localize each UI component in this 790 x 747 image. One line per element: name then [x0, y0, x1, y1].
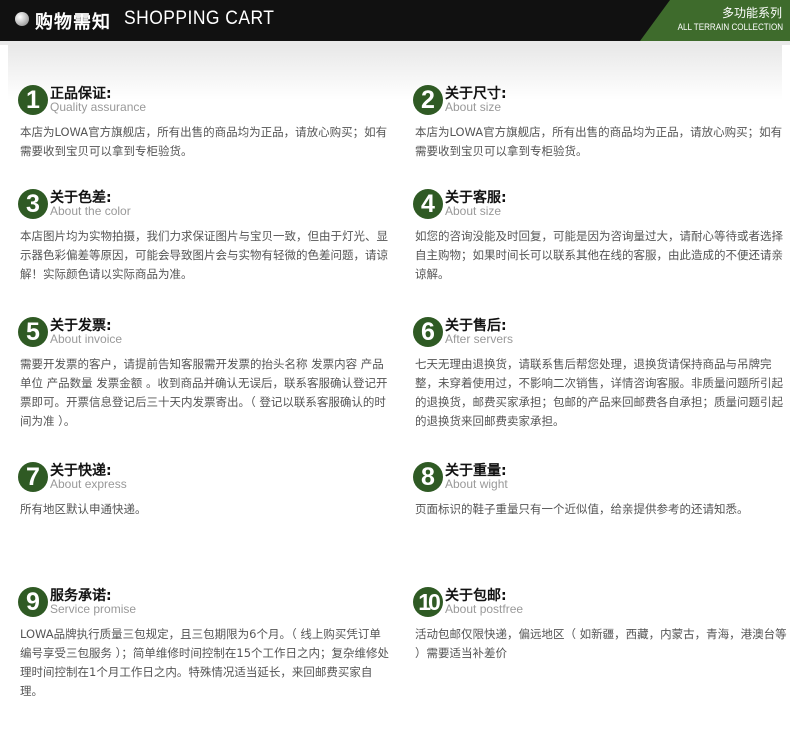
number-9-icon: 9 [18, 587, 48, 617]
collection-tag-cn: 多功能系列 [721, 6, 782, 20]
notice-body: 页面标识的鞋子重量只有一个近似值，给亲提供参考的还请知悉。 [415, 502, 749, 516]
collection-tag-en: ALL TERRAIN COLLECTION [677, 22, 783, 33]
notice-subtitle: About size [445, 100, 502, 114]
notice-body: 活动包邮仅限快递，偏远地区（ 如新疆，西藏，内蒙古，青海，港澳台等 ）需要适当补… [415, 627, 787, 660]
notice-body: 本店图片均为实物拍摄，我们力求保证图片与宝贝一致，但由于灯光、显示器色彩偏差等原… [20, 229, 388, 281]
notice-body: 如您的咨询没能及时回复，可能是因为咨询量过大，请耐心等待或者选择自主购物；如果时… [415, 229, 783, 281]
header-bar: 购物需知 SHOPPING CART 多功能系列 ALL TERRAIN COL… [0, 0, 790, 41]
notice-subtitle: About invoice [50, 332, 123, 346]
notice-subtitle: About express [50, 477, 127, 491]
notice-body: 本店为LOWA官方旗舰店，所有出售的商品均为正品，请放心购买；如有需要收到宝贝可… [415, 125, 783, 158]
number-2-icon: 2 [413, 85, 443, 115]
notice-body: 本店为LOWA官方旗舰店，所有出售的商品均为正品，请放心购买；如有需要收到宝贝可… [20, 125, 388, 158]
number-5-icon: 5 [18, 317, 48, 347]
notice-subtitle: About wight [445, 477, 508, 491]
gradient-band [8, 45, 782, 100]
notice-subtitle: About postfree [445, 602, 524, 616]
notice-body: 需要开发票的客户，请提前告知客服需开发票的抬头名称 发票内容 产品单位 产品数量… [20, 357, 388, 428]
number-6-icon: 6 [413, 317, 443, 347]
notice-body: 所有地区默认申通快递。 [20, 502, 147, 516]
header-title-en: SHOPPING CART [124, 8, 275, 29]
notice-body: LOWA品牌执行质量三包规定，且三包期限为6个月。（ 线上购买凭订单编号享受三包… [20, 627, 390, 698]
number-10-icon: 10 [413, 587, 443, 617]
collection-tag: 多功能系列 ALL TERRAIN COLLECTION [640, 0, 790, 41]
number-1-icon: 1 [18, 85, 48, 115]
number-7-icon: 7 [18, 462, 48, 492]
notice-subtitle: After servers [445, 332, 514, 346]
bullet-icon [15, 12, 29, 26]
notice-subtitle: Quality assurance [50, 100, 147, 114]
number-4-icon: 4 [413, 189, 443, 219]
number-8-icon: 8 [413, 462, 443, 492]
notice-subtitle: About the color [50, 204, 131, 218]
number-3-icon: 3 [18, 189, 48, 219]
notice-subtitle: Service promise [50, 602, 137, 616]
notice-body: 七天无理由退换货，请联系售后帮您处理，退换货请保持商品与吊牌完整，未穿着使用过，… [415, 357, 783, 428]
header-title-cn: 购物需知 [35, 12, 111, 33]
notice-subtitle: About size [445, 204, 502, 218]
